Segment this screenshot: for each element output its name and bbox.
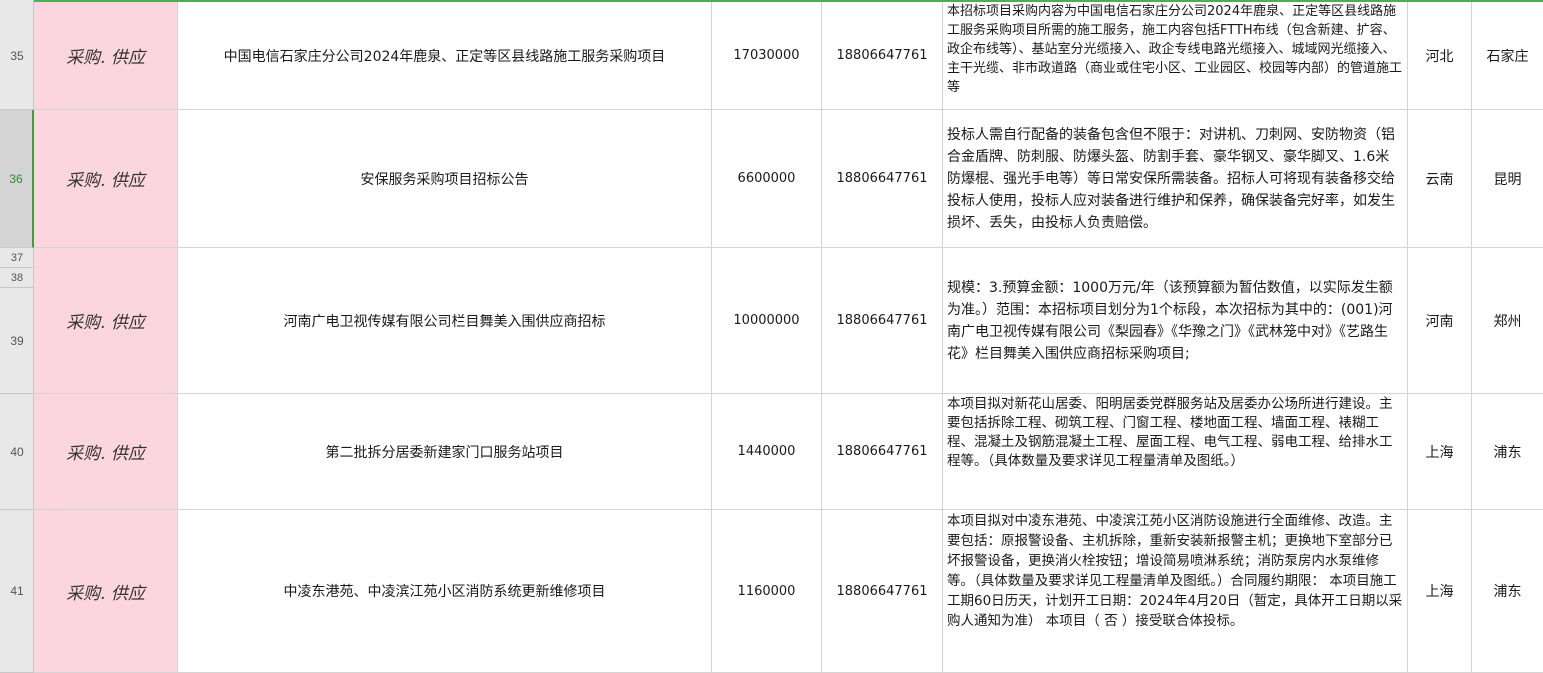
- province-cell[interactable]: 上海: [1408, 510, 1472, 673]
- city-cell[interactable]: 郑州: [1472, 248, 1543, 394]
- province-cell[interactable]: 河北: [1408, 2, 1472, 110]
- spreadsheet: 35 36 37 38 39 40 41 采购. 供应 中国电信石家庄分公司20…: [0, 0, 1543, 673]
- row-header-40[interactable]: 40: [0, 394, 34, 510]
- province-cell[interactable]: 河南: [1408, 248, 1472, 394]
- row-header-column: 35 36 37 38 39 40 41: [0, 0, 34, 673]
- phone-cell[interactable]: 18806647761: [822, 110, 943, 248]
- description-cell[interactable]: 规模：3.预算金额：1000万元/年（该预算额为暂估数值，以实际发生额为准。）范…: [943, 248, 1408, 394]
- category-cell[interactable]: 采购. 供应: [34, 2, 178, 110]
- city-cell[interactable]: 浦东: [1472, 510, 1543, 673]
- city-cell[interactable]: 浦东: [1472, 394, 1543, 510]
- description-cell[interactable]: 本招标项目采购内容为中国电信石家庄分公司2024年鹿泉、正定等区县线路施工服务采…: [943, 2, 1408, 110]
- row-header-38[interactable]: 38: [0, 268, 34, 288]
- description-cell[interactable]: 本项目拟对中凌东港苑、中凌滨江苑小区消防设施进行全面维修、改造。主要包括：原报警…: [943, 510, 1408, 673]
- row-header-39[interactable]: 39: [0, 288, 34, 394]
- category-cell[interactable]: 采购. 供应: [34, 110, 178, 248]
- title-cell[interactable]: 中国电信石家庄分公司2024年鹿泉、正定等区县线路施工服务采购项目: [178, 2, 712, 110]
- table-row: 采购. 供应 中国电信石家庄分公司2024年鹿泉、正定等区县线路施工服务采购项目…: [34, 2, 1543, 110]
- amount-cell[interactable]: 6600000: [712, 110, 822, 248]
- row-header-36[interactable]: 36: [0, 110, 34, 248]
- amount-cell[interactable]: 1440000: [712, 394, 822, 510]
- province-cell[interactable]: 上海: [1408, 394, 1472, 510]
- category-cell[interactable]: 采购. 供应: [34, 394, 178, 510]
- title-cell[interactable]: 第二批拆分居委新建家门口服务站项目: [178, 394, 712, 510]
- table-row: 采购. 供应 河南广电卫视传媒有限公司栏目舞美入围供应商招标 10000000 …: [34, 248, 1543, 394]
- phone-cell[interactable]: 18806647761: [822, 394, 943, 510]
- row-header-37[interactable]: 37: [0, 248, 34, 268]
- title-cell[interactable]: 中凌东港苑、中凌滨江苑小区消防系统更新维修项目: [178, 510, 712, 673]
- description-cell[interactable]: 投标人需自行配备的装备包含但不限于：对讲机、刀刺网、安防物资（铝合金盾牌、防刺服…: [943, 110, 1408, 248]
- table-row: 采购. 供应 安保服务采购项目招标公告 6600000 18806647761 …: [34, 110, 1543, 248]
- amount-cell[interactable]: 10000000: [712, 248, 822, 394]
- category-cell[interactable]: 采购. 供应: [34, 510, 178, 673]
- phone-cell[interactable]: 18806647761: [822, 2, 943, 110]
- phone-cell[interactable]: 18806647761: [822, 248, 943, 394]
- amount-cell[interactable]: 17030000: [712, 2, 822, 110]
- title-cell[interactable]: 安保服务采购项目招标公告: [178, 110, 712, 248]
- city-cell[interactable]: 石家庄: [1472, 2, 1543, 110]
- phone-cell[interactable]: 18806647761: [822, 510, 943, 673]
- province-cell[interactable]: 云南: [1408, 110, 1472, 248]
- description-cell[interactable]: 本项目拟对新花山居委、阳明居委党群服务站及居委办公场所进行建设。主要包括拆除工程…: [943, 394, 1408, 510]
- table-row: 采购. 供应 中凌东港苑、中凌滨江苑小区消防系统更新维修项目 1160000 1…: [34, 510, 1543, 673]
- city-cell[interactable]: 昆明: [1472, 110, 1543, 248]
- amount-cell[interactable]: 1160000: [712, 510, 822, 673]
- title-cell[interactable]: 河南广电卫视传媒有限公司栏目舞美入围供应商招标: [178, 248, 712, 394]
- category-cell[interactable]: 采购. 供应: [34, 248, 178, 394]
- row-header-41[interactable]: 41: [0, 510, 34, 673]
- row-header-35[interactable]: 35: [0, 2, 34, 110]
- table-row: 采购. 供应 第二批拆分居委新建家门口服务站项目 1440000 1880664…: [34, 394, 1543, 510]
